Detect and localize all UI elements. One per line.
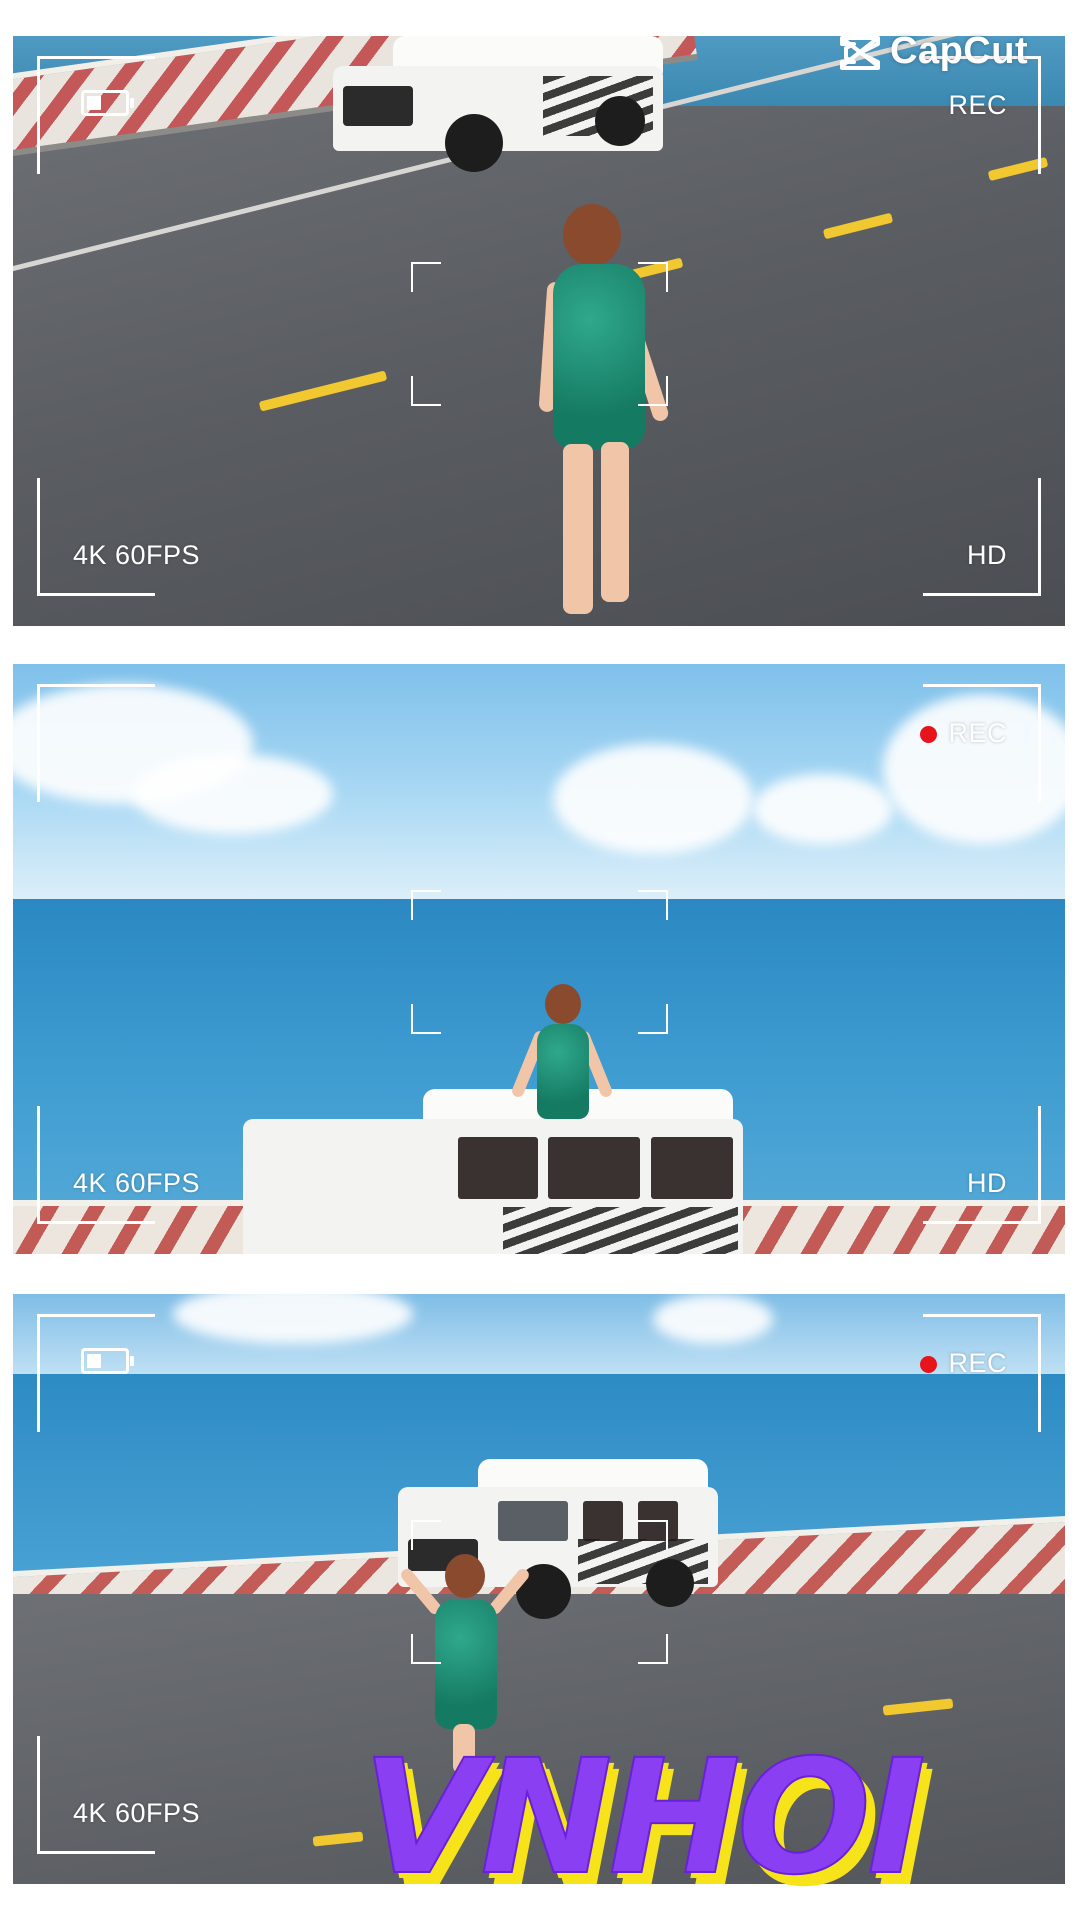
capcut-logo: CapCut	[838, 30, 1028, 73]
white-jeep	[333, 36, 663, 181]
capcut-logo-text: CapCut	[890, 30, 1029, 72]
capcut-logo-icon	[840, 35, 880, 70]
woman-sitting-on-jeep	[510, 984, 614, 1124]
cloud	[133, 754, 333, 834]
road-scene	[13, 36, 1065, 626]
woman-in-green-dress	[533, 204, 693, 624]
cloud	[653, 1294, 773, 1344]
white-jeep	[243, 1089, 743, 1254]
vnhoi-watermark: VNHOI	[361, 1726, 1062, 1910]
cloud	[753, 774, 893, 844]
watermark-text: VNHOI	[361, 1726, 927, 1910]
sky-background	[13, 1294, 1065, 1374]
cloud	[553, 744, 753, 854]
video-frame-2: REC 4K 60FPS HD	[13, 664, 1065, 1254]
seaside-scene	[13, 664, 1065, 1254]
video-frame-1: REC 4K 60FPS HD	[13, 36, 1065, 626]
